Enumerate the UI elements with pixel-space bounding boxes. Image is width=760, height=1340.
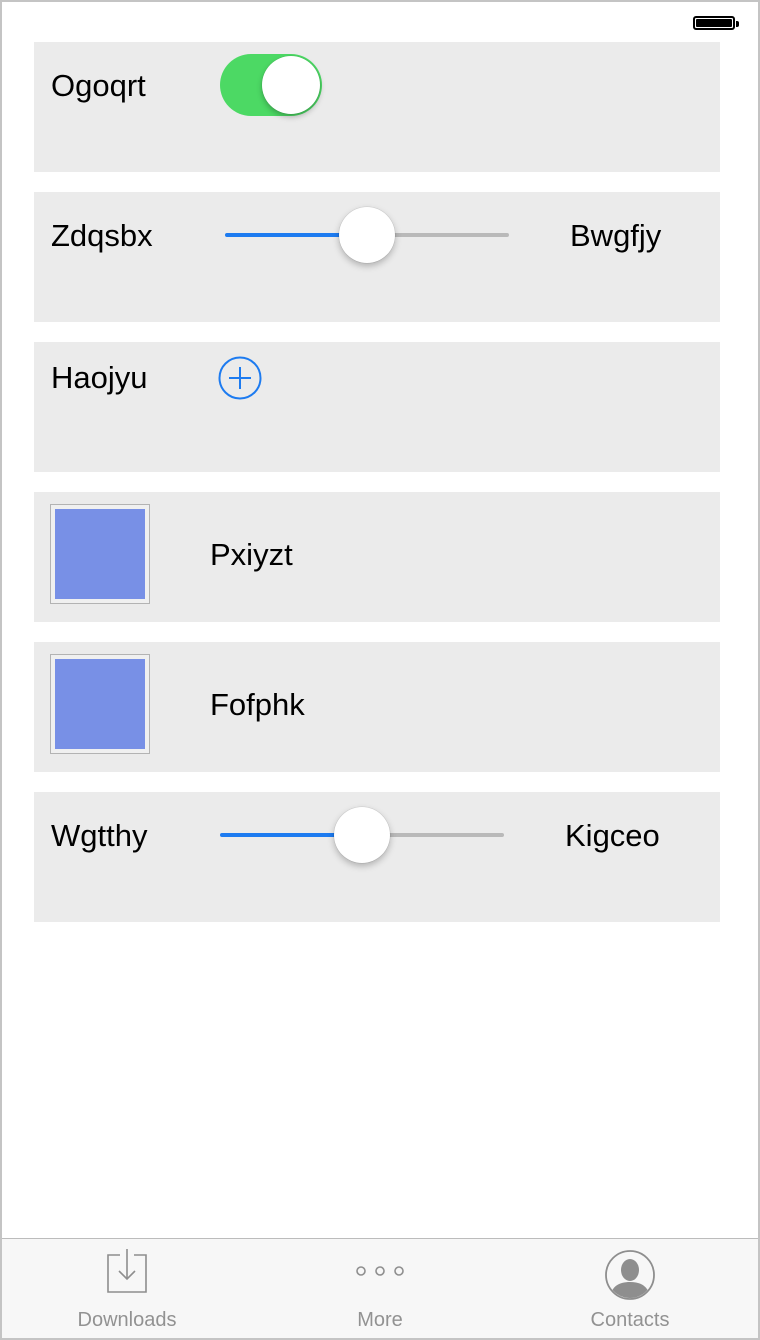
color-swatch[interactable] [50,504,150,604]
more-dots-icon [356,1266,404,1276]
slider-row-1: Zdqsbx Bwgfjy [34,192,720,322]
tab-more[interactable]: More [255,1239,505,1338]
slider-thumb[interactable] [334,807,390,863]
swatch-label: Fofphk [210,687,305,722]
tab-downloads[interactable]: Downloads [2,1239,252,1338]
slider-thumb[interactable] [339,207,395,263]
tab-label: Downloads [77,1309,177,1331]
slider-2[interactable] [220,805,504,865]
slider-min-label: Zdqsbx [51,218,153,253]
color-swatch[interactable] [50,654,150,754]
add-row: Haojyu [34,342,720,472]
slider-max-label: Bwgfjy [570,218,662,253]
swatch-label: Pxiyzt [210,537,293,572]
toggle-row: Ogoqrt [34,42,720,172]
tab-contacts[interactable]: Contacts [505,1239,755,1338]
download-tray-icon [107,1249,147,1293]
toggle-label: Ogoqrt [51,68,146,103]
tab-label: Contacts [590,1309,670,1331]
slider-row-2: Wgtthy Kigceo [34,792,720,922]
battery-icon [693,16,739,30]
swatch-color-fill [55,509,145,599]
swatch-row-1: Pxiyzt [34,492,720,622]
tab-bar: Downloads More Contacts [2,1238,758,1338]
swatch-color-fill [55,659,145,749]
slider-max-label: Kigceo [565,818,660,853]
switch-knob [262,56,320,114]
slider-1[interactable] [225,205,509,265]
swatch-row-2: Fofphk [34,642,720,772]
tab-label: More [357,1309,403,1331]
slider-min-label: Wgtthy [51,818,148,853]
add-row-label: Haojyu [51,360,148,395]
toggle-switch[interactable] [220,54,322,116]
app-screen: Ogoqrt Zdqsbx Bwgfjy Haojyu Pxiyzt Fofph… [0,0,760,1340]
contact-avatar-icon [605,1250,655,1300]
add-circle-icon[interactable] [218,356,262,400]
